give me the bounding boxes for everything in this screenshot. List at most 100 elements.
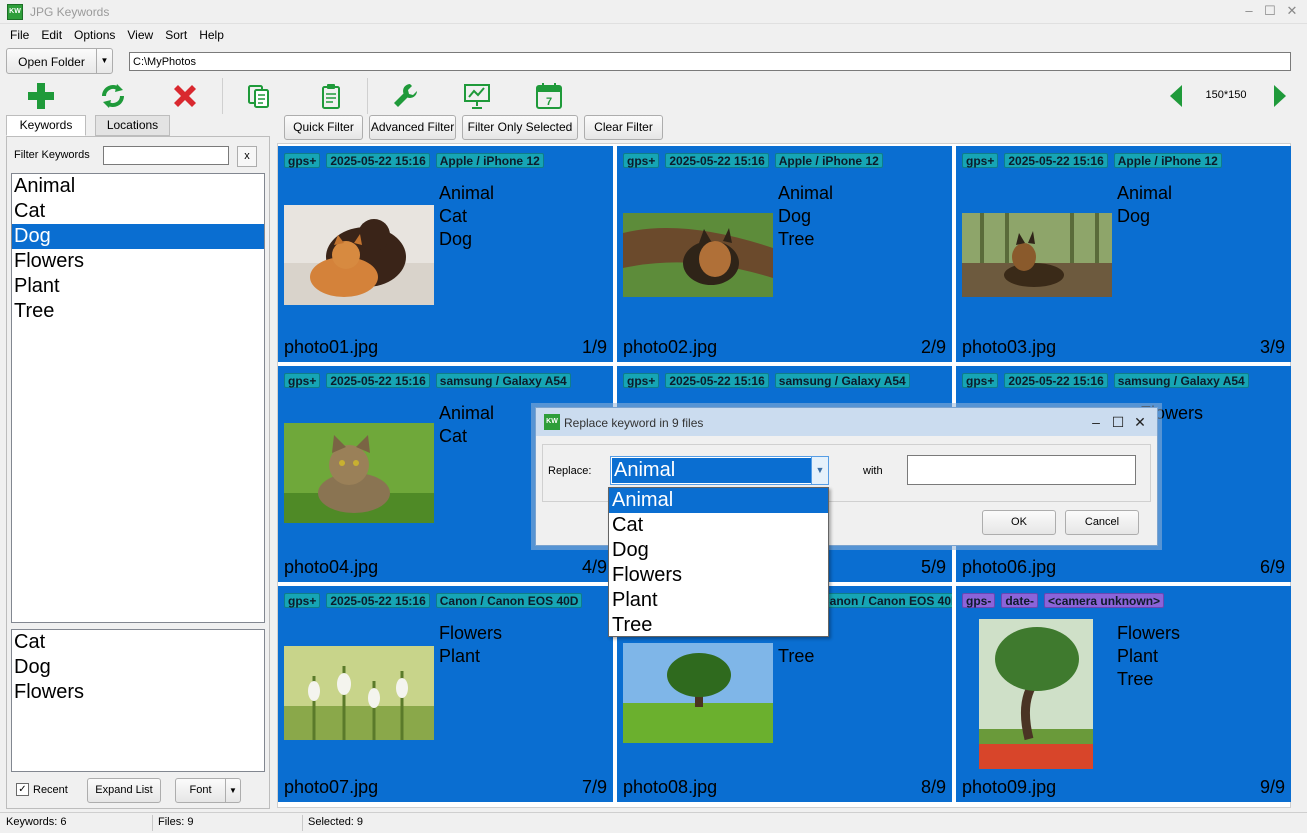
list-item[interactable]: Cat	[12, 199, 264, 224]
date-badge: 2025-05-22 15:16	[1004, 373, 1108, 388]
wrench-icon[interactable]	[389, 80, 421, 112]
photo-cell[interactable]: gps+ 2025-05-22 15:16 Apple / iPhone 12 An…	[956, 146, 1291, 362]
photo-thumbnail[interactable]	[284, 205, 434, 305]
photo-thumbnail[interactable]	[623, 643, 773, 743]
filter-only-selected-button[interactable]: Filter Only Selected	[462, 115, 578, 140]
menu-file[interactable]: File	[4, 25, 35, 46]
prev-icon[interactable]	[1162, 80, 1194, 112]
folder-path-input[interactable]	[129, 52, 1291, 71]
refresh-icon[interactable]	[97, 80, 129, 112]
minimize-icon[interactable]: –	[1239, 2, 1259, 20]
ok-button[interactable]: OK	[982, 510, 1056, 535]
calendar-icon[interactable]: 7	[533, 80, 565, 112]
open-folder-button[interactable]: Open Folder ▼	[6, 48, 113, 74]
delete-icon[interactable]	[169, 80, 201, 112]
font-dropdown-icon[interactable]: ▼	[225, 779, 240, 802]
tab-keywords[interactable]: Keywords	[6, 115, 86, 136]
photo-thumbnail[interactable]	[962, 213, 1112, 297]
add-icon[interactable]	[25, 80, 57, 112]
with-input[interactable]	[907, 455, 1136, 485]
maximize-icon[interactable]: ☐	[1260, 2, 1280, 20]
next-icon[interactable]	[1262, 80, 1294, 112]
advanced-filter-button[interactable]: Advanced Filter	[369, 115, 456, 140]
camera-badge: Apple / iPhone 12	[774, 153, 883, 168]
tab-locations[interactable]: Locations	[95, 115, 170, 136]
photo-keyword: Dog	[1117, 206, 1151, 226]
keyword-list[interactable]: Animal Cat Dog Flowers Plant Tree	[11, 173, 265, 623]
recent-keyword-list[interactable]: Cat Dog Flowers	[11, 629, 265, 772]
app-logo-icon: KW	[544, 414, 560, 430]
menu-options[interactable]: Options	[68, 25, 121, 46]
date-badge: 2025-05-22 15:16	[326, 593, 430, 608]
list-item[interactable]: Animal	[12, 174, 264, 199]
dropdown-option[interactable]: Plant	[609, 588, 828, 613]
photo-index: 3/9	[1259, 337, 1285, 357]
photo-filename: photo07.jpg	[284, 777, 379, 797]
list-item[interactable]: Flowers	[12, 249, 264, 274]
list-item[interactable]: Plant	[12, 274, 264, 299]
camera-badge: Apple / iPhone 12	[435, 153, 544, 168]
menu-view[interactable]: View	[121, 25, 159, 46]
photo-index: 6/9	[1259, 557, 1285, 577]
close-icon[interactable]: ✕	[1282, 2, 1302, 20]
title-bar: KW JPG Keywords – ☐ ✕	[0, 0, 1307, 24]
quick-filter-button[interactable]: Quick Filter	[284, 115, 363, 140]
open-folder-dropdown-icon[interactable]: ▼	[96, 49, 112, 73]
replace-select-value: Animal	[612, 458, 812, 483]
photo-keyword: Cat	[439, 206, 468, 226]
photo-keyword: Tree	[778, 646, 815, 666]
photo-cell[interactable]: gps-date- <camera unknown> Flowers Plant Tr…	[956, 586, 1291, 802]
replace-dropdown-list[interactable]: Animal Cat Dog Flowers Plant Tree	[608, 487, 829, 637]
copy-icon[interactable]	[243, 80, 275, 112]
chevron-down-icon[interactable]: ▼	[811, 457, 828, 484]
menu-help[interactable]: Help	[193, 25, 230, 46]
thumbnail-size-label: 150*150	[1205, 89, 1247, 101]
photo-thumbnail[interactable]	[979, 619, 1093, 769]
status-divider	[152, 815, 153, 831]
calendar-day: 7	[546, 96, 552, 108]
status-divider	[302, 815, 303, 831]
menu-edit[interactable]: Edit	[35, 25, 68, 46]
maximize-icon[interactable]: ☐	[1108, 413, 1128, 431]
font-button[interactable]: Font ▼	[175, 778, 241, 803]
clear-filter-keywords-button[interactable]: x	[237, 146, 257, 167]
list-item[interactable]: Cat	[12, 630, 264, 655]
menu-sort[interactable]: Sort	[159, 25, 193, 46]
slideshow-icon[interactable]	[461, 80, 493, 112]
list-item[interactable]: Dog	[12, 655, 264, 680]
expand-list-button[interactable]: Expand List	[87, 778, 161, 803]
clear-filter-button[interactable]: Clear Filter	[584, 115, 663, 140]
camera-badge: Canon / Canon EOS 40D	[817, 593, 952, 608]
cancel-button[interactable]: Cancel	[1065, 510, 1139, 535]
photo-thumbnail[interactable]	[284, 646, 434, 740]
dropdown-option[interactable]: Cat	[609, 513, 828, 538]
filter-keywords-input[interactable]	[103, 146, 229, 165]
replace-select[interactable]: Animal ▼	[610, 456, 829, 485]
recent-checkbox[interactable]: ✓	[16, 783, 29, 796]
list-item[interactable]: Dog	[12, 224, 264, 249]
dropdown-option[interactable]: Dog	[609, 538, 828, 563]
list-item[interactable]: Flowers	[12, 680, 264, 705]
open-folder-label: Open Folder	[18, 55, 85, 69]
dropdown-option[interactable]: Animal	[609, 488, 828, 513]
minimize-icon[interactable]: –	[1086, 413, 1106, 431]
photo-thumbnail[interactable]	[623, 213, 773, 297]
photo-keyword: Animal	[439, 183, 495, 203]
gps-badge: gps+	[284, 373, 321, 388]
close-icon[interactable]: ✕	[1130, 413, 1150, 431]
photo-keyword: Flowers	[1117, 623, 1181, 643]
photo-filename: photo08.jpg	[623, 777, 718, 797]
photo-cell[interactable]: gps+ 2025-05-22 15:16 Canon / Canon EOS 40…	[278, 586, 613, 802]
gps-badge: gps+	[623, 373, 660, 388]
photo-filename: photo04.jpg	[284, 557, 379, 577]
dropdown-option[interactable]: Tree	[609, 613, 828, 638]
dropdown-option[interactable]: Flowers	[609, 563, 828, 588]
paste-icon[interactable]	[315, 80, 347, 112]
photo-cell[interactable]: gps+ 2025-05-22 15:16 Apple / iPhone 12 An…	[617, 146, 952, 362]
photo-keyword: Animal	[439, 403, 495, 423]
status-bar: Keywords: 6 Files: 9 Selected: 9	[0, 812, 1307, 833]
with-label: with	[863, 465, 883, 477]
list-item[interactable]: Tree	[12, 299, 264, 324]
photo-thumbnail[interactable]	[284, 423, 434, 523]
photo-cell[interactable]: gps+ 2025-05-22 15:16 Apple / iPhone 12 An…	[278, 146, 613, 362]
